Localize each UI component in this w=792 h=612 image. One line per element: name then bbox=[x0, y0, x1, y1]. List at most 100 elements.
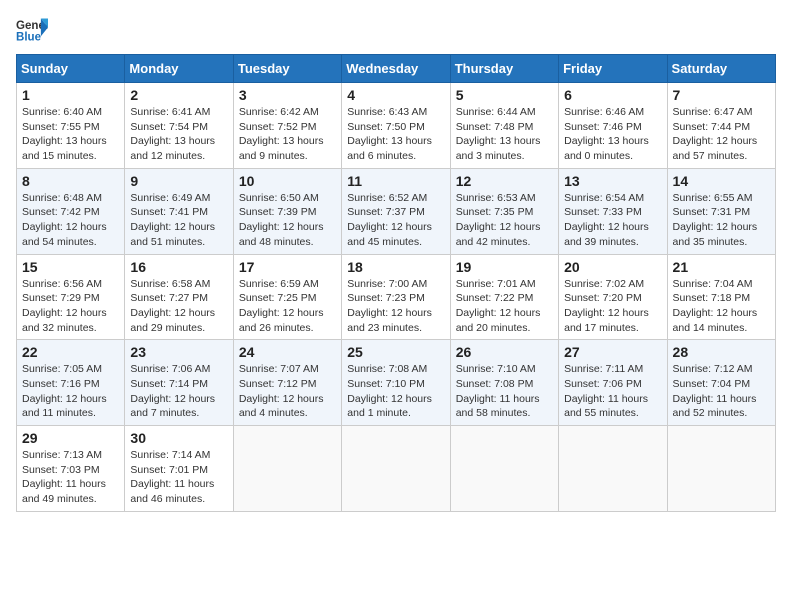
day-number: 4 bbox=[347, 87, 444, 103]
day-detail: Sunrise: 6:40 AM Sunset: 7:55 PM Dayligh… bbox=[22, 105, 119, 164]
day-detail: Sunrise: 6:53 AM Sunset: 7:35 PM Dayligh… bbox=[456, 191, 553, 250]
calendar-cell: 4 Sunrise: 6:43 AM Sunset: 7:50 PM Daylig… bbox=[342, 83, 450, 169]
day-number: 2 bbox=[130, 87, 227, 103]
day-detail: Sunrise: 7:06 AM Sunset: 7:14 PM Dayligh… bbox=[130, 362, 227, 421]
calendar-cell: 19 Sunrise: 7:01 AM Sunset: 7:22 PM Dayli… bbox=[450, 254, 558, 340]
day-detail: Sunrise: 6:43 AM Sunset: 7:50 PM Dayligh… bbox=[347, 105, 444, 164]
calendar-cell: 28 Sunrise: 7:12 AM Sunset: 7:04 PM Dayli… bbox=[667, 340, 775, 426]
day-detail: Sunrise: 7:10 AM Sunset: 7:08 PM Dayligh… bbox=[456, 362, 553, 421]
day-detail: Sunrise: 6:46 AM Sunset: 7:46 PM Dayligh… bbox=[564, 105, 661, 164]
calendar-cell: 22 Sunrise: 7:05 AM Sunset: 7:16 PM Dayli… bbox=[17, 340, 125, 426]
day-number: 3 bbox=[239, 87, 336, 103]
day-number: 1 bbox=[22, 87, 119, 103]
day-detail: Sunrise: 7:11 AM Sunset: 7:06 PM Dayligh… bbox=[564, 362, 661, 421]
calendar-week-row: 22 Sunrise: 7:05 AM Sunset: 7:16 PM Dayli… bbox=[17, 340, 776, 426]
day-detail: Sunrise: 6:44 AM Sunset: 7:48 PM Dayligh… bbox=[456, 105, 553, 164]
col-header-wednesday: Wednesday bbox=[342, 55, 450, 83]
col-header-thursday: Thursday bbox=[450, 55, 558, 83]
day-number: 24 bbox=[239, 344, 336, 360]
calendar-cell: 26 Sunrise: 7:10 AM Sunset: 7:08 PM Dayli… bbox=[450, 340, 558, 426]
calendar-cell: 3 Sunrise: 6:42 AM Sunset: 7:52 PM Daylig… bbox=[233, 83, 341, 169]
day-number: 19 bbox=[456, 259, 553, 275]
calendar-week-row: 15Sunrise: 6:56 AM Sunset: 7:29 PM Dayli… bbox=[17, 254, 776, 340]
day-detail: Sunrise: 7:13 AM Sunset: 7:03 PM Dayligh… bbox=[22, 448, 119, 507]
day-number: 25 bbox=[347, 344, 444, 360]
day-number: 7 bbox=[673, 87, 770, 103]
col-header-monday: Monday bbox=[125, 55, 233, 83]
calendar-cell: 30 Sunrise: 7:14 AM Sunset: 7:01 PM Dayli… bbox=[125, 426, 233, 512]
day-number: 5 bbox=[456, 87, 553, 103]
col-header-friday: Friday bbox=[559, 55, 667, 83]
day-detail: Sunrise: 6:47 AM Sunset: 7:44 PM Dayligh… bbox=[673, 105, 770, 164]
day-number: 18 bbox=[347, 259, 444, 275]
calendar-week-row: 29 Sunrise: 7:13 AM Sunset: 7:03 PM Dayli… bbox=[17, 426, 776, 512]
calendar-cell: 18 Sunrise: 7:00 AM Sunset: 7:23 PM Dayli… bbox=[342, 254, 450, 340]
calendar-cell bbox=[559, 426, 667, 512]
day-number: 26 bbox=[456, 344, 553, 360]
logo-icon: General Blue bbox=[16, 16, 48, 44]
calendar-cell: 6Sunrise: 6:46 AM Sunset: 7:46 PM Daylig… bbox=[559, 83, 667, 169]
calendar-cell bbox=[233, 426, 341, 512]
calendar-table: SundayMondayTuesdayWednesdayThursdayFrid… bbox=[16, 54, 776, 512]
header: General Blue bbox=[16, 16, 776, 44]
calendar-cell: 27 Sunrise: 7:11 AM Sunset: 7:06 PM Dayli… bbox=[559, 340, 667, 426]
day-number: 27 bbox=[564, 344, 661, 360]
day-number: 8 bbox=[22, 173, 119, 189]
col-header-tuesday: Tuesday bbox=[233, 55, 341, 83]
calendar-cell: 14 Sunrise: 6:55 AM Sunset: 7:31 PM Dayli… bbox=[667, 168, 775, 254]
calendar-cell bbox=[342, 426, 450, 512]
day-detail: Sunrise: 6:58 AM Sunset: 7:27 PM Dayligh… bbox=[130, 277, 227, 336]
day-detail: Sunrise: 6:55 AM Sunset: 7:31 PM Dayligh… bbox=[673, 191, 770, 250]
calendar-cell: 16 Sunrise: 6:58 AM Sunset: 7:27 PM Dayli… bbox=[125, 254, 233, 340]
day-number: 9 bbox=[130, 173, 227, 189]
day-detail: Sunrise: 7:04 AM Sunset: 7:18 PM Dayligh… bbox=[673, 277, 770, 336]
day-detail: Sunrise: 6:49 AM Sunset: 7:41 PM Dayligh… bbox=[130, 191, 227, 250]
day-number: 20 bbox=[564, 259, 661, 275]
calendar-cell: 5 Sunrise: 6:44 AM Sunset: 7:48 PM Daylig… bbox=[450, 83, 558, 169]
calendar-cell bbox=[450, 426, 558, 512]
calendar-cell: 25 Sunrise: 7:08 AM Sunset: 7:10 PM Dayli… bbox=[342, 340, 450, 426]
day-detail: Sunrise: 6:41 AM Sunset: 7:54 PM Dayligh… bbox=[130, 105, 227, 164]
day-detail: Sunrise: 7:05 AM Sunset: 7:16 PM Dayligh… bbox=[22, 362, 119, 421]
day-detail: Sunrise: 7:14 AM Sunset: 7:01 PM Dayligh… bbox=[130, 448, 227, 507]
calendar-cell bbox=[667, 426, 775, 512]
day-number: 16 bbox=[130, 259, 227, 275]
calendar-cell: 7 Sunrise: 6:47 AM Sunset: 7:44 PM Daylig… bbox=[667, 83, 775, 169]
day-number: 14 bbox=[673, 173, 770, 189]
day-number: 28 bbox=[673, 344, 770, 360]
calendar-cell: 10Sunrise: 6:50 AM Sunset: 7:39 PM Dayli… bbox=[233, 168, 341, 254]
day-detail: Sunrise: 7:08 AM Sunset: 7:10 PM Dayligh… bbox=[347, 362, 444, 421]
calendar-cell: 2 Sunrise: 6:41 AM Sunset: 7:54 PM Daylig… bbox=[125, 83, 233, 169]
calendar-cell: 13Sunrise: 6:54 AM Sunset: 7:33 PM Dayli… bbox=[559, 168, 667, 254]
day-detail: Sunrise: 6:59 AM Sunset: 7:25 PM Dayligh… bbox=[239, 277, 336, 336]
day-number: 15 bbox=[22, 259, 119, 275]
day-number: 29 bbox=[22, 430, 119, 446]
day-detail: Sunrise: 7:12 AM Sunset: 7:04 PM Dayligh… bbox=[673, 362, 770, 421]
logo: General Blue bbox=[16, 16, 52, 44]
day-number: 12 bbox=[456, 173, 553, 189]
day-number: 17 bbox=[239, 259, 336, 275]
day-number: 11 bbox=[347, 173, 444, 189]
day-number: 23 bbox=[130, 344, 227, 360]
calendar-week-row: 8Sunrise: 6:48 AM Sunset: 7:42 PM Daylig… bbox=[17, 168, 776, 254]
day-detail: Sunrise: 6:42 AM Sunset: 7:52 PM Dayligh… bbox=[239, 105, 336, 164]
day-detail: Sunrise: 7:00 AM Sunset: 7:23 PM Dayligh… bbox=[347, 277, 444, 336]
calendar-cell: 11 Sunrise: 6:52 AM Sunset: 7:37 PM Dayli… bbox=[342, 168, 450, 254]
calendar-cell: 20 Sunrise: 7:02 AM Sunset: 7:20 PM Dayli… bbox=[559, 254, 667, 340]
day-detail: Sunrise: 7:01 AM Sunset: 7:22 PM Dayligh… bbox=[456, 277, 553, 336]
day-detail: Sunrise: 7:02 AM Sunset: 7:20 PM Dayligh… bbox=[564, 277, 661, 336]
calendar-cell: 21 Sunrise: 7:04 AM Sunset: 7:18 PM Dayli… bbox=[667, 254, 775, 340]
calendar-cell: 23 Sunrise: 7:06 AM Sunset: 7:14 PM Dayli… bbox=[125, 340, 233, 426]
day-number: 10 bbox=[239, 173, 336, 189]
day-number: 22 bbox=[22, 344, 119, 360]
calendar-cell: 9 Sunrise: 6:49 AM Sunset: 7:41 PM Daylig… bbox=[125, 168, 233, 254]
calendar-header-row: SundayMondayTuesdayWednesdayThursdayFrid… bbox=[17, 55, 776, 83]
calendar-week-row: 1 Sunrise: 6:40 AM Sunset: 7:55 PM Daylig… bbox=[17, 83, 776, 169]
day-detail: Sunrise: 6:52 AM Sunset: 7:37 PM Dayligh… bbox=[347, 191, 444, 250]
day-number: 30 bbox=[130, 430, 227, 446]
day-number: 21 bbox=[673, 259, 770, 275]
calendar-cell: 17 Sunrise: 6:59 AM Sunset: 7:25 PM Dayli… bbox=[233, 254, 341, 340]
col-header-sunday: Sunday bbox=[17, 55, 125, 83]
day-detail: Sunrise: 6:54 AM Sunset: 7:33 PM Dayligh… bbox=[564, 191, 661, 250]
calendar-cell: 29 Sunrise: 7:13 AM Sunset: 7:03 PM Dayli… bbox=[17, 426, 125, 512]
